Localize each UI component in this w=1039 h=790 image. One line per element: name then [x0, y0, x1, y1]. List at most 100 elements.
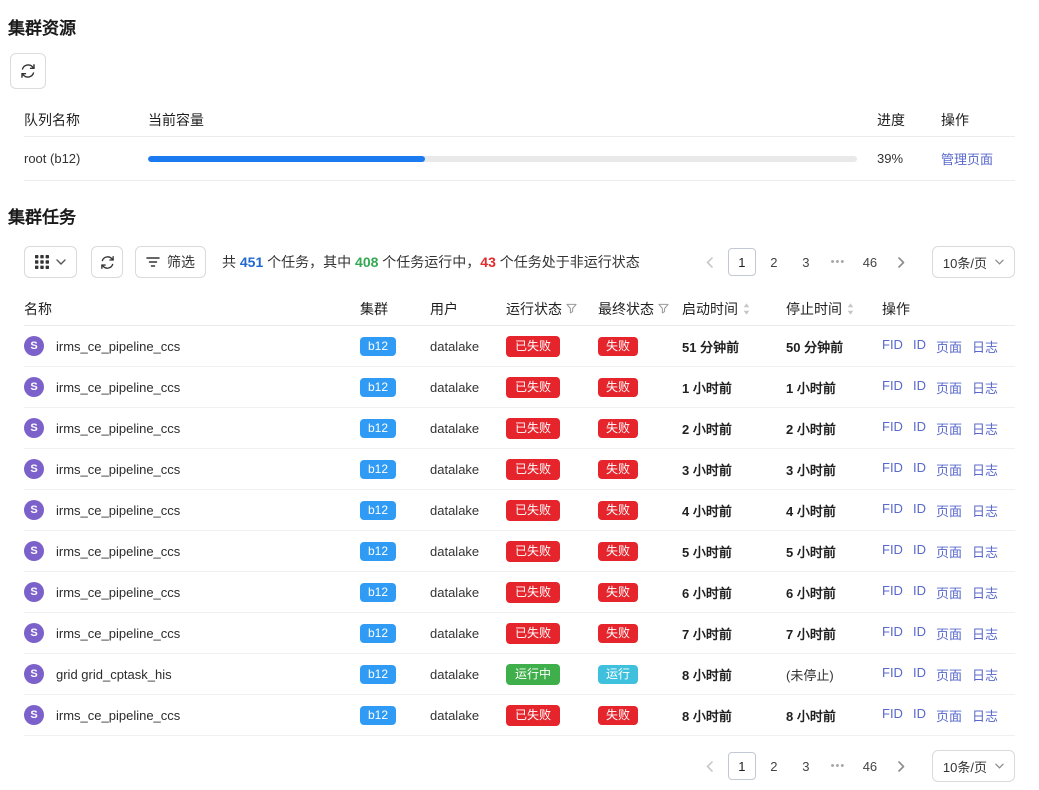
id-link[interactable]: ID [913, 419, 926, 438]
fid-link[interactable]: FID [882, 419, 903, 438]
id-link[interactable]: ID [913, 378, 926, 397]
start-time: 8 小时前 [682, 665, 786, 684]
filter-button[interactable]: 筛选 [135, 246, 206, 278]
prev-page-button[interactable] [696, 248, 724, 276]
page-ellipsis[interactable]: ••• [824, 752, 852, 780]
user-name: datalake [430, 421, 506, 436]
run-status-filter-icon[interactable] [566, 303, 577, 314]
page-link[interactable]: 页面 [936, 706, 962, 725]
avatar: S [24, 664, 44, 684]
log-link[interactable]: 日志 [972, 624, 998, 643]
fid-link[interactable]: FID [882, 460, 903, 479]
page-size-select[interactable]: 10条/页 [932, 750, 1015, 782]
row-ops: FID ID 页面日志 [882, 706, 1015, 725]
final-status-badge: 失败 [598, 624, 638, 643]
user-name: datalake [430, 708, 506, 723]
id-link[interactable]: ID [913, 665, 926, 684]
id-link[interactable]: ID [913, 337, 926, 356]
fid-link[interactable]: FID [882, 542, 903, 561]
fid-link[interactable]: FID [882, 583, 903, 602]
fid-link[interactable]: FID [882, 706, 903, 725]
page-link[interactable]: 页面 [936, 665, 962, 684]
stop-time: (未停止) [786, 665, 882, 684]
row-ops: FID ID 页面日志 [882, 378, 1015, 397]
tasks-refresh-button[interactable] [91, 246, 123, 278]
page-link[interactable]: 页面 [936, 378, 962, 397]
fid-link[interactable]: FID [882, 378, 903, 397]
page-link[interactable]: 页面 [936, 337, 962, 356]
log-link[interactable]: 日志 [972, 665, 998, 684]
task-name: irms_ce_pipeline_ccs [56, 585, 180, 600]
table-row: S irms_ce_pipeline_ccs b12 datalake 已失败 … [24, 531, 1015, 572]
page-button-2[interactable]: 2 [760, 752, 788, 780]
cluster-badge: b12 [360, 337, 396, 356]
final-status-filter-icon[interactable] [658, 303, 669, 314]
task-name: irms_ce_pipeline_ccs [56, 708, 180, 723]
page-button-3[interactable]: 3 [792, 752, 820, 780]
next-page-button[interactable] [888, 248, 916, 276]
page-ellipsis[interactable]: ••• [824, 248, 852, 276]
cluster-badge: b12 [360, 665, 396, 684]
col-run-status: 运行状态 [506, 299, 598, 319]
id-link[interactable]: ID [913, 542, 926, 561]
final-status-badge: 运行 [598, 665, 638, 684]
next-page-button[interactable] [888, 752, 916, 780]
fid-link[interactable]: FID [882, 665, 903, 684]
id-link[interactable]: ID [913, 706, 926, 725]
log-link[interactable]: 日志 [972, 378, 998, 397]
user-name: datalake [430, 462, 506, 477]
page-button-2[interactable]: 2 [760, 248, 788, 276]
stop-time-sort-icon[interactable] [846, 302, 855, 316]
fid-link[interactable]: FID [882, 337, 903, 356]
log-link[interactable]: 日志 [972, 542, 998, 561]
resource-row: root (b12) 39% 管理页面 [24, 137, 1015, 181]
log-link[interactable]: 日志 [972, 583, 998, 602]
task-name: irms_ce_pipeline_ccs [56, 544, 180, 559]
page-link[interactable]: 页面 [936, 501, 962, 520]
tasks-toolbar: 筛选 共 451 个任务，其中 408 个任务运行中，43 个任务处于非运行状态… [24, 246, 1015, 278]
page-link[interactable]: 页面 [936, 460, 962, 479]
start-time-sort-icon[interactable] [742, 302, 751, 316]
avatar: S [24, 336, 44, 356]
user-name: datalake [430, 667, 506, 682]
capacity-progress-bar [148, 156, 857, 162]
log-link[interactable]: 日志 [972, 706, 998, 725]
task-name: irms_ce_pipeline_ccs [56, 503, 180, 518]
id-link[interactable]: ID [913, 583, 926, 602]
page-link[interactable]: 页面 [936, 419, 962, 438]
user-name: datalake [430, 626, 506, 641]
table-row: S irms_ce_pipeline_ccs b12 datalake 已失败 … [24, 695, 1015, 736]
log-link[interactable]: 日志 [972, 460, 998, 479]
log-link[interactable]: 日志 [972, 337, 998, 356]
page-button-1[interactable]: 1 [728, 248, 756, 276]
row-ops: FID ID 页面日志 [882, 501, 1015, 520]
page-button-last[interactable]: 46 [856, 248, 884, 276]
id-link[interactable]: ID [913, 501, 926, 520]
resources-table-header: 队列名称 当前容量 进度 操作 [24, 103, 1015, 137]
page-button-1[interactable]: 1 [728, 752, 756, 780]
col-user: 用户 [430, 299, 506, 319]
prev-page-button[interactable] [696, 752, 724, 780]
page-size-select[interactable]: 10条/页 [932, 246, 1015, 278]
run-status-badge: 已失败 [506, 459, 560, 480]
manage-page-link[interactable]: 管理页面 [941, 149, 1015, 168]
column-settings-button[interactable] [24, 246, 77, 278]
start-time: 2 小时前 [682, 419, 786, 438]
page-link[interactable]: 页面 [936, 542, 962, 561]
log-link[interactable]: 日志 [972, 419, 998, 438]
run-status-badge: 已失败 [506, 418, 560, 439]
fid-link[interactable]: FID [882, 501, 903, 520]
page-link[interactable]: 页面 [936, 583, 962, 602]
id-link[interactable]: ID [913, 460, 926, 479]
log-link[interactable]: 日志 [972, 501, 998, 520]
task-name: irms_ce_pipeline_ccs [56, 462, 180, 477]
fid-link[interactable]: FID [882, 624, 903, 643]
id-link[interactable]: ID [913, 624, 926, 643]
resources-refresh-button[interactable] [10, 53, 46, 89]
page-link[interactable]: 页面 [936, 624, 962, 643]
page-button-3[interactable]: 3 [792, 248, 820, 276]
col-current-capacity: 当前容量 [148, 110, 857, 130]
task-name: irms_ce_pipeline_ccs [56, 380, 180, 395]
col-resource-ops: 操作 [941, 110, 1015, 130]
page-button-last[interactable]: 46 [856, 752, 884, 780]
